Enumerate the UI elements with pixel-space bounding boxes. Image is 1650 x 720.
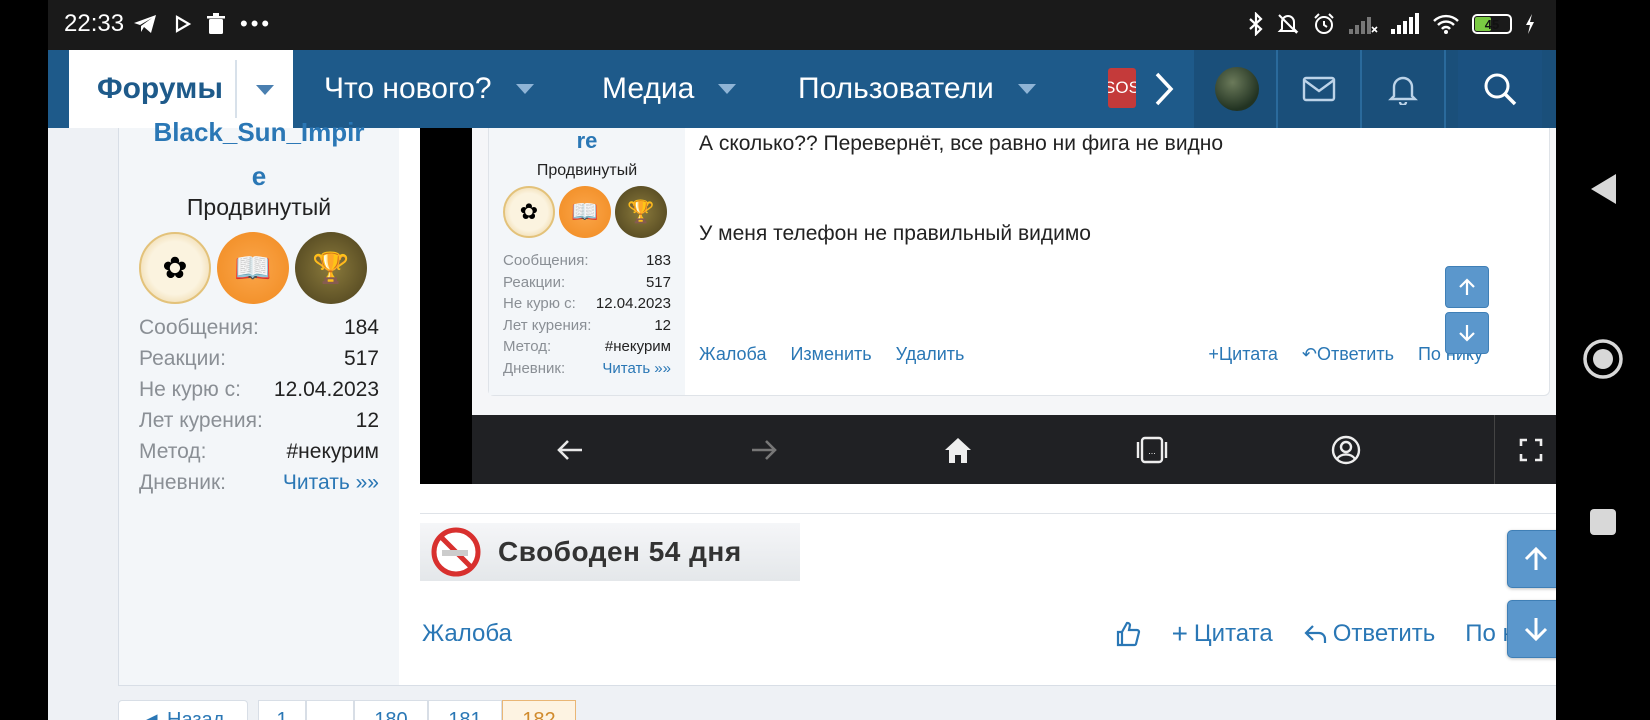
embedded-rank: Продвинутый	[536, 162, 638, 179]
chevron-down-icon[interactable]	[515, 84, 534, 94]
fullscreen-icon	[1494, 415, 1556, 484]
embedded-browser-toolbar: ...	[472, 415, 1556, 484]
home-icon	[928, 415, 988, 484]
square-recents-icon	[1590, 509, 1616, 535]
signal-sim2-icon	[1391, 13, 1419, 34]
trophy-badges: ✿ 📖 🏆	[139, 232, 367, 304]
attached-screenshot[interactable]: re Продвинутый ✿ 📖 🏆 Сообщения: 183 Реакц…	[420, 128, 1556, 484]
scroll-down-button[interactable]	[1507, 600, 1556, 658]
post-card: Black_Sun_Impir e Продвинутый ✿ 📖 🏆 Сооб…	[118, 117, 1556, 686]
stat-years-smoking: Лет курения: 12	[139, 408, 379, 432]
battery-icon: 45	[1472, 14, 1512, 34]
avatar	[1215, 67, 1259, 111]
android-nav-bar	[1556, 0, 1650, 720]
report-link[interactable]: Жалоба	[422, 620, 512, 648]
trash-icon	[207, 13, 225, 34]
back-arrow-icon	[540, 415, 600, 484]
android-home-button[interactable]	[1556, 338, 1650, 380]
embedded-arrow-down-icon	[1445, 312, 1489, 354]
quote-button[interactable]: + Цитата	[1172, 618, 1273, 650]
more-dots-icon: •••	[240, 11, 273, 36]
trophy-flower-icon[interactable]: ✿	[139, 232, 211, 304]
alarm-icon	[1314, 13, 1334, 34]
author-rank: Продвинутый	[186, 194, 332, 220]
sos-tab[interactable]: SOS	[1108, 68, 1136, 108]
android-back-button[interactable]	[1556, 172, 1650, 206]
nav-scroll-right[interactable]	[1144, 50, 1184, 128]
page-current[interactable]: 182	[502, 700, 576, 720]
envelope-icon	[1302, 76, 1336, 102]
chevron-down-icon[interactable]	[1017, 84, 1036, 94]
chevron-down-icon[interactable]	[718, 84, 737, 94]
plus-icon: +	[1171, 618, 1188, 649]
page-ellipsis[interactable]: …	[306, 700, 354, 720]
embedded-post: re Продвинутый ✿ 📖 🏆 Сообщения: 183 Реакц…	[488, 128, 1550, 396]
reply-button[interactable]: Ответить	[1303, 620, 1435, 648]
like-thumb-icon[interactable]	[1114, 620, 1142, 648]
post-author-panel: Black_Sun_Impir e Продвинутый ✿ 📖 🏆 Сооб…	[119, 117, 399, 685]
bell-icon	[1388, 76, 1418, 105]
stat-reactions: Реакции: 517	[139, 346, 379, 370]
signature-banner: Свободен 54 дня	[420, 523, 800, 581]
bluetooth-icon	[1249, 12, 1263, 36]
inbox-button[interactable]	[1278, 50, 1360, 128]
signal-sim1-icon	[1349, 17, 1378, 34]
embedded-text-line-1: А сколько?? Перевернёт, все равно ни фиг…	[699, 132, 1224, 155]
diary-link[interactable]: Читать »»	[283, 471, 379, 495]
trophy-cup-icon: 🏆	[615, 186, 667, 238]
pagination-prev[interactable]: ◄ Назад	[118, 700, 248, 720]
search-button[interactable]	[1458, 50, 1542, 128]
signature-text: Свободен 54 дня	[498, 536, 742, 567]
pagination: ◄ Назад 1 … 180 181 182	[118, 700, 576, 720]
stat-messages: Сообщения: 184	[139, 315, 379, 339]
mute-bell-icon	[1277, 14, 1299, 34]
tabs-icon: ...	[1122, 415, 1182, 484]
search-icon	[1484, 73, 1517, 106]
telegram-icon	[134, 15, 156, 33]
tab-media[interactable]: Медиа	[602, 50, 737, 128]
status-bar: 22:33 ••• 45	[48, 0, 1556, 50]
reply-arrow-icon	[1304, 625, 1326, 643]
trophy-book-icon[interactable]: 📖	[217, 232, 289, 304]
triangle-back-icon	[1591, 174, 1616, 204]
author-username[interactable]: Black_Sun_Impir e	[119, 110, 399, 198]
embedded-text-line-2: У меня телефон не правильный видимо	[699, 222, 1091, 245]
chevron-right-icon	[1155, 72, 1174, 106]
stat-method: Метод: #некурим	[139, 439, 379, 463]
tab-forums-label: Форумы	[97, 72, 223, 105]
status-time: 22:33	[64, 10, 125, 37]
embedded-username: re	[576, 128, 598, 153]
forward-arrow-icon	[734, 415, 794, 484]
post-actions-bar: Жалоба +Цитата Ответить По нику	[422, 614, 1552, 654]
charging-icon	[1526, 14, 1534, 34]
svg-text:...: ...	[1148, 446, 1156, 456]
page-180[interactable]: 180	[354, 700, 428, 720]
account-avatar-button[interactable]	[1194, 50, 1280, 128]
wifi-icon	[1433, 14, 1459, 34]
stat-diary: Дневник: Читать »»	[139, 470, 379, 495]
trophy-flower-icon: ✿	[503, 186, 555, 238]
page-1[interactable]: 1	[258, 700, 306, 720]
embedded-arrow-up-icon	[1445, 266, 1489, 308]
screen-left-bezel	[0, 0, 48, 720]
alerts-button[interactable]	[1362, 50, 1444, 128]
no-smoking-icon	[431, 527, 481, 577]
tab-users[interactable]: Пользователи	[798, 50, 1036, 128]
embedded-post-actions: Жалоба Изменить Удалить +Цитата ↶Ответит…	[699, 344, 1483, 364]
page-181[interactable]: 181	[428, 700, 502, 720]
android-recents-button[interactable]	[1556, 507, 1650, 537]
arrow-down-icon	[1524, 618, 1548, 642]
chevron-down-icon[interactable]	[256, 85, 274, 95]
trophy-cup-icon[interactable]: 🏆	[295, 232, 367, 304]
stat-smoke-free-since: Не курю с: 12.04.2023	[139, 377, 379, 401]
trophy-book-icon: 📖	[559, 186, 611, 238]
phone-screen: 22:33 ••• 45 Форумы Что нового? Медиа По…	[48, 0, 1556, 720]
circle-home-icon	[1583, 339, 1623, 379]
arrow-up-icon	[1524, 546, 1548, 570]
play-icon	[175, 15, 192, 33]
scroll-up-button[interactable]	[1507, 530, 1556, 588]
profile-icon	[1316, 415, 1376, 484]
author-stats: Сообщения: 184 Реакции: 517 Не курю с: 12.0…	[139, 312, 379, 498]
